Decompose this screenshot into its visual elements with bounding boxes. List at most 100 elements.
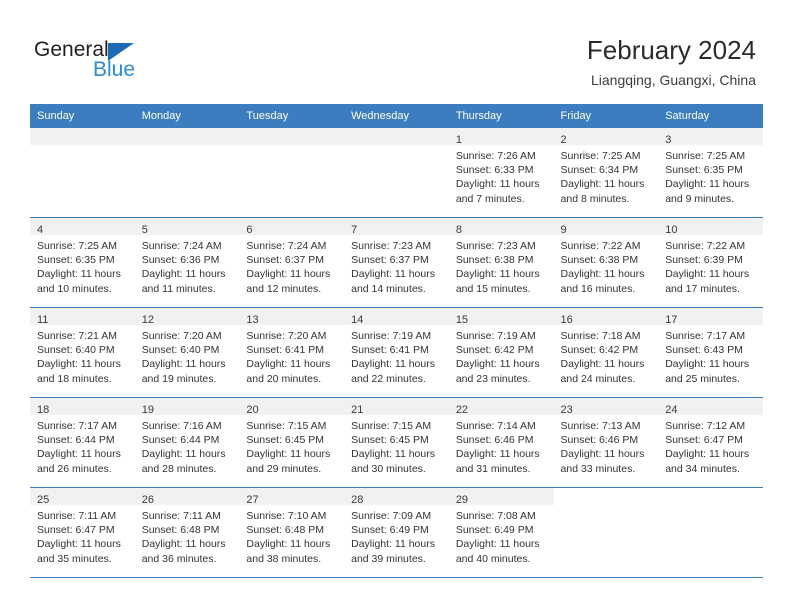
weekday-header-wednesday: Wednesday: [344, 104, 449, 128]
day-cell-inner: 18 Sunrise: 7:17 AM Sunset: 6:44 PM Dayligh…: [30, 398, 135, 487]
empty-cell-inner: [344, 128, 449, 217]
calendar-day-cell[interactable]: 18 Sunrise: 7:17 AM Sunset: 6:44 PM Dayligh…: [30, 397, 135, 488]
calendar-day-cell[interactable]: 8 Sunrise: 7:23 AM Sunset: 6:38 PM Daylight…: [448, 217, 554, 308]
day-number: 4: [37, 224, 44, 236]
calendar-day-cell[interactable]: 4 Sunrise: 7:25 AM Sunset: 6:35 PM Daylight…: [30, 217, 135, 308]
calendar-week-row: 1 Sunrise: 7:26 AM Sunset: 6:33 PM Daylight…: [30, 128, 763, 218]
calendar-day-cell[interactable]: 7 Sunrise: 7:23 AM Sunset: 6:37 PM Daylight…: [344, 217, 449, 308]
day-cell-inner: 28 Sunrise: 7:09 AM Sunset: 6:49 PM Dayligh…: [344, 488, 449, 577]
day-cell-details: Sunrise: 7:16 AM Sunset: 6:44 PM Daylight:…: [135, 415, 240, 476]
calendar-day-cell[interactable]: 29 Sunrise: 7:08 AM Sunset: 6:49 PM Dayligh…: [448, 487, 554, 578]
calendar-day-cell[interactable]: 11 Sunrise: 7:21 AM Sunset: 6:40 PM Dayligh…: [30, 307, 135, 398]
calendar-day-cell[interactable]: 20 Sunrise: 7:15 AM Sunset: 6:45 PM Dayligh…: [239, 397, 345, 488]
sunset-time: Sunset: 6:47 PM: [665, 434, 743, 447]
day-number: 26: [141, 494, 154, 506]
daylight-duration-line1: Daylight: 11 hours: [455, 358, 540, 371]
weekday-header: Sunday Monday Tuesday Wednesday Thursday Frid…: [30, 104, 763, 128]
calendar-day-cell[interactable]: 22 Sunrise: 7:14 AM Sunset: 6:46 PM Dayligh…: [448, 397, 554, 488]
calendar-day-cell[interactable]: 1 Sunrise: 7:26 AM Sunset: 6:33 PM Daylight…: [448, 128, 554, 218]
daylight-duration-line1: Daylight: 11 hours: [455, 178, 540, 191]
day-number: 22: [455, 404, 469, 416]
calendar-day-cell[interactable]: 16 Sunrise: 7:18 AM Sunset: 6:42 PM Dayligh…: [553, 307, 659, 398]
calendar-day-cell[interactable]: 2 Sunrise: 7:25 AM Sunset: 6:34 PM Daylight…: [553, 128, 659, 218]
calendar-day-cell[interactable]: 27 Sunrise: 7:10 AM Sunset: 6:48 PM Dayligh…: [239, 487, 345, 578]
sunrise-time: Sunrise: 7:23 AM: [455, 240, 536, 252]
daylight-duration-line1: Daylight: 11 hours: [246, 538, 331, 551]
day-number-strip: 18: [30, 398, 135, 416]
day-cell-details: Sunrise: 7:24 AM Sunset: 6:37 PM Daylight:…: [239, 235, 344, 296]
daylight-duration-line1: Daylight: 11 hours: [37, 538, 121, 551]
day-cell-inner: 19 Sunrise: 7:16 AM Sunset: 6:44 PM Dayligh…: [134, 398, 240, 487]
calendar-day-cell[interactable]: 13 Sunrise: 7:20 AM Sunset: 6:41 PM Dayligh…: [239, 307, 345, 398]
day-number-strip: 8: [448, 218, 554, 236]
day-cell-inner: 9 Sunrise: 7:22 AM Sunset: 6:38 PM Daylight…: [553, 218, 659, 307]
day-cell-details: Sunrise: 7:22 AM Sunset: 6:39 PM Daylight:…: [658, 235, 763, 296]
calendar-day-cell[interactable]: 10 Sunrise: 7:22 AM Sunset: 6:39 PM Dayligh…: [658, 217, 763, 308]
calendar-day-cell[interactable]: 28 Sunrise: 7:09 AM Sunset: 6:49 PM Dayligh…: [344, 487, 449, 578]
day-cell-details: Sunrise: 7:15 AM Sunset: 6:45 PM Daylight:…: [239, 415, 344, 476]
sunset-time: Sunset: 6:42 PM: [455, 344, 534, 357]
day-number-strip: 2: [553, 128, 659, 146]
calendar-day-cell[interactable]: 25 Sunrise: 7:11 AM Sunset: 6:47 PM Dayligh…: [30, 487, 135, 578]
sunset-time: Sunset: 6:45 PM: [351, 434, 429, 447]
calendar-day-cell[interactable]: 23 Sunrise: 7:13 AM Sunset: 6:46 PM Dayligh…: [553, 397, 659, 488]
general-blue-logo[interactable]: General Blue: [34, 38, 214, 86]
daylight-duration-line2: and 28 minutes.: [141, 462, 217, 475]
daylight-duration-line2: and 35 minutes.: [37, 552, 112, 565]
day-number: 1: [455, 134, 462, 146]
calendar-day-cell[interactable]: 9 Sunrise: 7:22 AM Sunset: 6:38 PM Daylight…: [553, 217, 659, 308]
daylight-duration-line2: and 11 minutes.: [141, 282, 216, 295]
day-cell-details: Sunrise: 7:25 AM Sunset: 6:35 PM Daylight:…: [30, 235, 135, 296]
day-number: 23: [560, 404, 573, 416]
day-number: 25: [37, 494, 50, 506]
sunrise-time: Sunrise: 7:20 AM: [246, 330, 327, 342]
day-number: 9: [560, 224, 567, 236]
day-cell-inner: 14 Sunrise: 7:19 AM Sunset: 6:41 PM Dayligh…: [344, 308, 449, 397]
sunrise-time: Sunrise: 7:10 AM: [246, 510, 327, 522]
sunrise-time: Sunrise: 7:25 AM: [560, 150, 641, 162]
calendar-grid: Sunday Monday Tuesday Wednesday Thursday Frid…: [30, 104, 763, 578]
day-number-strip: 28: [344, 488, 449, 506]
daylight-duration-line1: Daylight: 11 hours: [351, 448, 435, 461]
day-cell-inner: 26 Sunrise: 7:11 AM Sunset: 6:48 PM Dayligh…: [134, 488, 240, 577]
calendar-day-cell[interactable]: 17 Sunrise: 7:17 AM Sunset: 6:43 PM Dayligh…: [658, 307, 763, 398]
day-cell-inner: 12 Sunrise: 7:20 AM Sunset: 6:40 PM Dayligh…: [134, 308, 240, 397]
day-cell-details: Sunrise: 7:26 AM Sunset: 6:33 PM Daylight:…: [449, 145, 554, 206]
sunrise-time: Sunrise: 7:08 AM: [455, 510, 536, 522]
day-cell-inner: 22 Sunrise: 7:14 AM Sunset: 6:46 PM Dayligh…: [448, 398, 554, 487]
day-cell-inner: 24 Sunrise: 7:12 AM Sunset: 6:47 PM Dayligh…: [658, 398, 763, 487]
sunset-time: Sunset: 6:42 PM: [560, 344, 639, 357]
day-cell-details: Sunrise: 7:11 AM Sunset: 6:48 PM Daylight:…: [135, 505, 240, 566]
sunset-time: Sunset: 6:44 PM: [37, 434, 115, 447]
daylight-duration-line2: and 22 minutes.: [351, 372, 426, 385]
daylight-duration-line1: Daylight: 11 hours: [141, 268, 226, 281]
calendar-day-cell[interactable]: 21 Sunrise: 7:15 AM Sunset: 6:45 PM Dayligh…: [344, 397, 449, 488]
sunset-time: Sunset: 6:48 PM: [246, 524, 325, 537]
sunrise-time: Sunrise: 7:09 AM: [351, 510, 432, 522]
calendar-day-cell[interactable]: 3 Sunrise: 7:25 AM Sunset: 6:35 PM Daylight…: [658, 128, 763, 218]
calendar-cell-empty: [239, 128, 345, 218]
day-number: 5: [141, 224, 148, 236]
sunset-time: Sunset: 6:44 PM: [141, 434, 220, 447]
calendar-day-cell[interactable]: 15 Sunrise: 7:19 AM Sunset: 6:42 PM Dayligh…: [448, 307, 554, 398]
day-number-strip: 27: [239, 488, 345, 506]
daylight-duration-line1: Daylight: 11 hours: [665, 358, 750, 371]
daylight-duration-line2: and 30 minutes.: [351, 462, 426, 475]
day-cell-details: Sunrise: 7:24 AM Sunset: 6:36 PM Daylight:…: [135, 235, 240, 296]
calendar-day-cell[interactable]: 19 Sunrise: 7:16 AM Sunset: 6:44 PM Dayligh…: [134, 397, 240, 488]
day-number-strip: 21: [344, 398, 449, 416]
calendar-day-cell[interactable]: 6 Sunrise: 7:24 AM Sunset: 6:37 PM Daylight…: [239, 217, 345, 308]
day-number: 21: [351, 404, 364, 416]
sunrise-time: Sunrise: 7:26 AM: [455, 150, 536, 162]
day-cell-inner: 21 Sunrise: 7:15 AM Sunset: 6:45 PM Dayligh…: [344, 398, 449, 487]
daylight-duration-line2: and 34 minutes.: [665, 462, 740, 475]
daylight-duration-line2: and 40 minutes.: [455, 552, 531, 565]
calendar-day-cell[interactable]: 26 Sunrise: 7:11 AM Sunset: 6:48 PM Dayligh…: [134, 487, 240, 578]
calendar-day-cell[interactable]: 24 Sunrise: 7:12 AM Sunset: 6:47 PM Dayligh…: [658, 397, 763, 488]
calendar-day-cell[interactable]: 14 Sunrise: 7:19 AM Sunset: 6:41 PM Dayligh…: [344, 307, 449, 398]
calendar-day-cell[interactable]: 12 Sunrise: 7:20 AM Sunset: 6:40 PM Dayligh…: [134, 307, 240, 398]
calendar-day-cell[interactable]: 5 Sunrise: 7:24 AM Sunset: 6:36 PM Daylight…: [134, 217, 240, 308]
day-cell-details: Sunrise: 7:17 AM Sunset: 6:43 PM Daylight:…: [658, 325, 763, 386]
day-number-strip: 24: [658, 398, 763, 416]
day-cell-details: Sunrise: 7:09 AM Sunset: 6:49 PM Daylight:…: [344, 505, 449, 566]
